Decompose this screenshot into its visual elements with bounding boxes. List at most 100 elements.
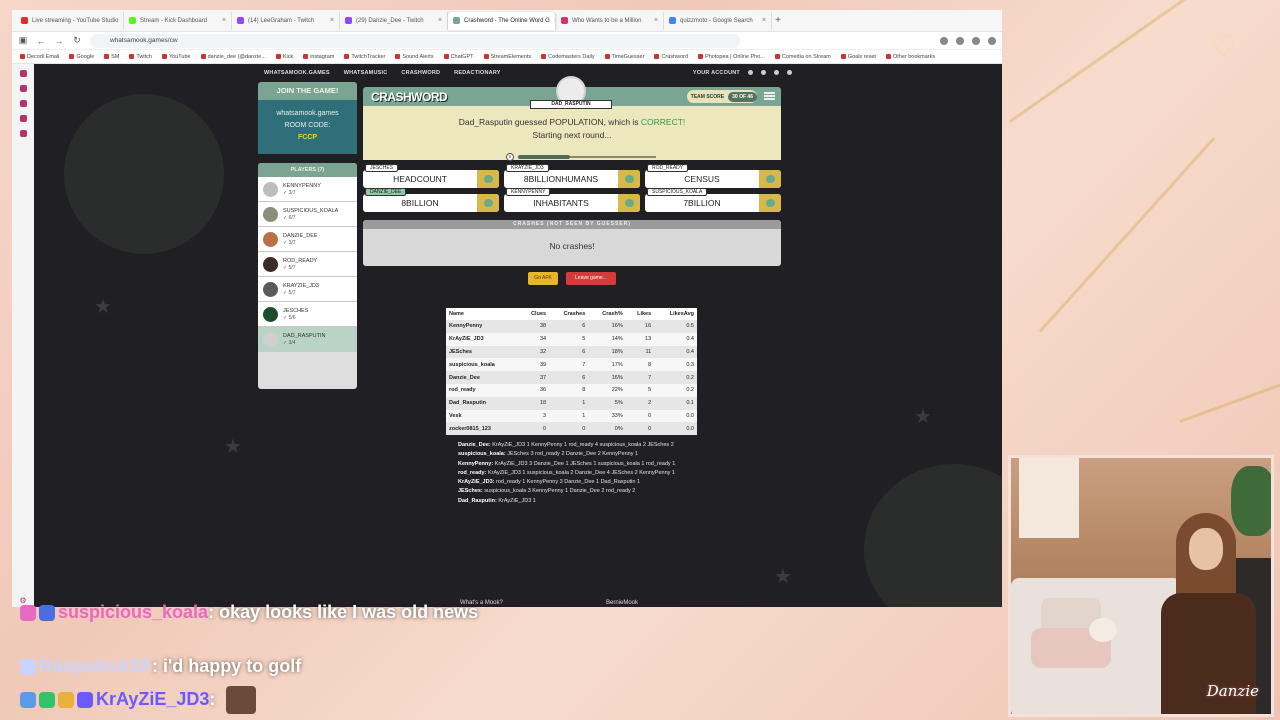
bookmark-item[interactable]: danzie_dee (@danzie... — [200, 54, 266, 60]
bookmark-item[interactable]: Kick — [275, 54, 293, 60]
player-score: ✓ 3/4 — [283, 340, 296, 346]
chat-badge-icon — [20, 605, 36, 622]
close-icon[interactable]: × — [654, 17, 658, 24]
bookmark-item[interactable]: Comedia on Stream — [774, 54, 831, 60]
browser-tab[interactable]: (14) LeeGraham - Twitch × — [232, 11, 340, 30]
extension-icon[interactable] — [940, 36, 948, 45]
bookmark-favicon-icon — [774, 54, 780, 59]
bookmark-item[interactable]: TwitchTracker — [344, 54, 385, 60]
bookmark-item[interactable]: Decodi Email — [20, 54, 59, 60]
bookmark-label: SM — [111, 53, 120, 60]
bookmark-label: Google — [76, 53, 95, 60]
sidebar-app-icon[interactable] — [19, 115, 27, 122]
back-icon[interactable]: ← — [36, 36, 46, 46]
nav-link[interactable]: REDACTIONARY — [454, 70, 501, 76]
table-row: rod_ready 36 8 22% 5 0.2 — [446, 383, 697, 397]
bookmark-item[interactable]: Google — [69, 54, 94, 60]
like-button[interactable] — [618, 170, 640, 188]
browser-tab[interactable]: Live streaming - YouTube Studio× — [16, 11, 124, 30]
player-score: ✓ 5/7 — [283, 290, 296, 296]
browser-tab[interactable]: quizzmoto - Google Search × — [664, 11, 772, 30]
like-button[interactable] — [477, 170, 499, 188]
clue-word: 8BILLION — [401, 198, 439, 208]
sidebar-app-icon[interactable] — [19, 85, 27, 92]
go-afk-button[interactable]: Go AFK — [528, 272, 558, 285]
player-row: SUSPICIOUS_KOALA ✓ 6/7 — [258, 202, 357, 227]
close-icon[interactable]: × — [330, 17, 334, 24]
tab-title: Live streaming - YouTube Studio — [32, 17, 119, 24]
avatar — [263, 306, 278, 322]
browser-tab[interactable]: (29) Danzie_Dee - Twitch × — [340, 11, 448, 30]
bookmark-item[interactable]: instagram — [303, 54, 334, 60]
next-round-text: Starting next round... — [532, 130, 612, 140]
bookmark-item[interactable]: Photopea | Online Pho... — [698, 54, 765, 60]
bookmark-item[interactable]: StreamElements — [483, 54, 531, 60]
bookmark-item[interactable]: Other bookmarks — [885, 54, 935, 60]
chat-badge-icon — [39, 692, 55, 708]
join-game-button[interactable]: JOIN THE GAME! — [258, 82, 357, 100]
likes-summary-line: Danzie_Dee: KrAyZiE_JD3 1 KennyPenny 1 r… — [458, 441, 688, 450]
sidebar-toggle-icon[interactable]: ▣ — [18, 35, 28, 46]
bookmark-item[interactable]: Codemasters Daily — [541, 54, 595, 60]
berniemook-link[interactable]: BernieMook — [606, 600, 638, 606]
like-button[interactable] — [759, 170, 781, 188]
browser-tab[interactable]: Crashword - The Online Word G× — [448, 11, 556, 30]
browser-tab[interactable]: Stream - Kick Dashboard × — [124, 11, 232, 30]
like-button[interactable] — [477, 194, 499, 212]
bookmark-item[interactable]: Crashword — [654, 54, 688, 60]
table-cell: KrAyZiE_JD3 — [446, 332, 520, 346]
player-name: DANZIE_DEE — [283, 233, 318, 239]
browser-tab[interactable]: Who Wants to be a Million × — [556, 11, 664, 30]
new-tab-icon[interactable]: + — [772, 15, 784, 26]
pause-icon[interactable]: II — [506, 153, 514, 161]
url-field[interactable]: whatsamook.games/cw — [90, 33, 740, 48]
sidebar-app-icon[interactable] — [19, 130, 27, 137]
game-page: ★ ★ ★ ★ WHATSAMOOK.GAMES WHATSAMUSIC CRASH… — [34, 64, 1002, 607]
extension-icon[interactable] — [956, 36, 964, 45]
bookmark-favicon-icon — [395, 54, 401, 59]
bookmark-item[interactable]: YouTube — [162, 54, 191, 60]
star-decoration: ★ — [914, 406, 932, 428]
chat-text: : i'd happy to golf — [152, 656, 302, 676]
close-icon[interactable]: × — [438, 17, 442, 24]
room-site: whatsamook.games — [276, 110, 339, 117]
profile-icon[interactable] — [988, 36, 996, 45]
reload-icon[interactable]: ↻ — [72, 35, 82, 46]
discord-icon[interactable] — [787, 70, 792, 75]
like-button[interactable] — [759, 194, 781, 212]
table-cell: 0 — [519, 422, 550, 436]
crashes-body: No crashes! — [549, 241, 595, 251]
nav-link[interactable]: WHATSAMUSIC — [344, 70, 388, 76]
bookmark-item[interactable]: Sound Alerts — [395, 54, 434, 60]
bookmark-item[interactable]: Goals reset — [840, 54, 876, 60]
chat-badge-icon — [39, 605, 55, 622]
tab-favicon-icon — [21, 17, 28, 24]
forward-icon[interactable]: → — [54, 36, 64, 46]
tiktok-icon[interactable] — [774, 70, 779, 75]
instagram-icon[interactable] — [761, 70, 766, 75]
account-link[interactable]: YOUR ACCOUNT — [693, 70, 740, 76]
tab-favicon-icon — [129, 17, 136, 24]
bookmark-item[interactable]: SM — [104, 54, 119, 60]
bookmark-label: TwitchTracker — [351, 53, 386, 60]
players-panel: PLAYERS (7) KENNYPENNY ✓ 3/7 SUSPICIOUS_KO… — [258, 163, 357, 389]
menu-icon[interactable] — [764, 92, 775, 100]
bookmark-item[interactable]: ChatGPT — [443, 54, 474, 60]
like-button[interactable] — [618, 194, 640, 212]
twitter-icon[interactable] — [748, 70, 753, 75]
close-icon[interactable]: × — [762, 17, 766, 24]
close-icon[interactable]: × — [222, 17, 226, 24]
extension-icon[interactable] — [972, 36, 980, 45]
nav-link[interactable]: CRASHWORD — [401, 70, 440, 76]
sidebar-app-icon[interactable] — [19, 100, 27, 107]
table-cell: 0.1 — [654, 396, 697, 410]
table-cell: 0.0 — [654, 409, 697, 423]
nav-link[interactable]: WHATSAMOOK.GAMES — [264, 70, 330, 76]
bookmark-item[interactable]: TimeGuesser — [604, 54, 644, 60]
address-bar: ▣ ← → ↻ whatsamook.games/cw — [12, 32, 1002, 50]
player-info: KRAYZIE_JD3 ✓ 5/7 — [283, 282, 319, 296]
leave-game-button[interactable]: Leave game... — [566, 272, 616, 285]
sidebar-app-icon[interactable] — [19, 70, 27, 77]
bookmark-item[interactable]: Twitch — [129, 54, 152, 60]
table-cell: 0 — [549, 422, 589, 436]
